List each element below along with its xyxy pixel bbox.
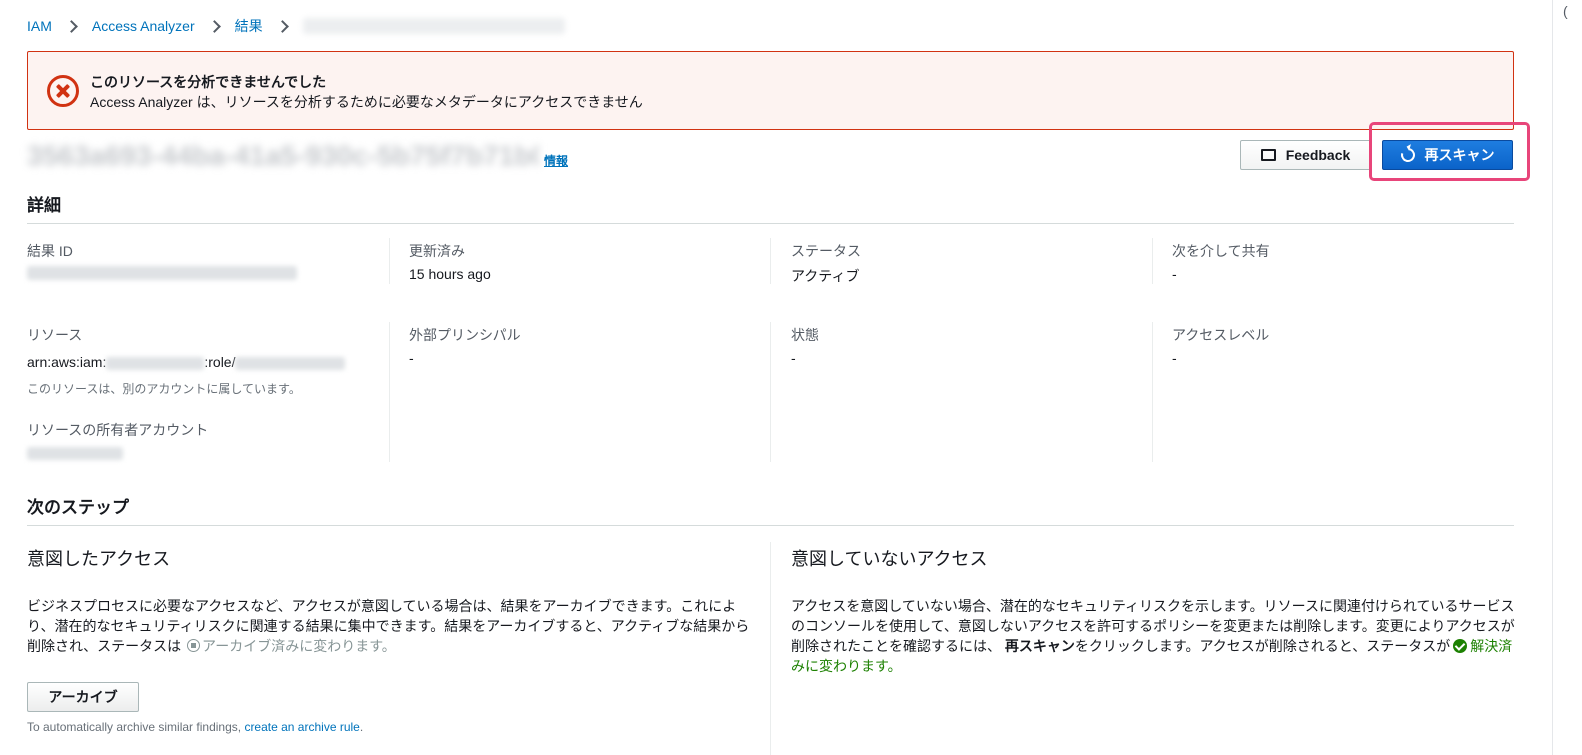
rescan-button[interactable]: 再スキャン: [1382, 140, 1513, 170]
archive-rule-footnote: To automatically archive similar finding…: [27, 720, 364, 734]
breadcrumb-current-redacted: 0f3ca89e-xxxx-xxxx-xxxx-xxxxxxxxxxxx: [302, 18, 565, 34]
finding-id-heading-redacted: 3563a693-44ba-41a5-930c-5b75f7b71b0: [27, 140, 539, 171]
column-divider: [1152, 322, 1153, 462]
breadcrumb: IAM Access Analyzer 結果 0f3ca89e-xxxx-xxx…: [27, 16, 565, 36]
rescan-button-label: 再スキャン: [1424, 147, 1495, 163]
column-divider: [770, 322, 771, 462]
chevron-right-icon: [66, 16, 78, 36]
archive-button[interactable]: アーカイブ: [27, 682, 139, 712]
next-steps-section-title: 次のステップ: [27, 498, 129, 517]
check-circle-icon: [1453, 639, 1468, 653]
condition-label: 状態: [791, 327, 819, 343]
external-principal-label: 外部プリンシパル: [409, 327, 521, 343]
column-divider: [389, 322, 390, 462]
intended-access-title: 意図したアクセス: [27, 549, 171, 569]
resource-label: リソース: [27, 327, 83, 343]
column-divider: [1152, 238, 1153, 284]
role-name-redacted: [235, 356, 346, 370]
next-steps-divider: [27, 525, 1514, 526]
error-x-circle-icon: [47, 75, 79, 107]
info-link[interactable]: 情報: [544, 152, 568, 169]
updated-label: 更新済み: [409, 243, 465, 259]
feedback-button[interactable]: Feedback: [1240, 140, 1371, 170]
intended-access-text: ビジネスプロセスに必要なアクセスなど、アクセスが意図している場合は、結果をアーカ…: [27, 598, 750, 654]
resource-owner-label: リソースの所有者アカウント: [27, 422, 209, 438]
shared-through-label: 次を介して共有: [1172, 243, 1270, 259]
breadcrumb-access-analyzer-link[interactable]: Access Analyzer: [92, 18, 195, 34]
finding-id-label: 結果 ID: [27, 243, 73, 259]
status-value: アクティブ: [791, 268, 860, 284]
edge-indicator-icon: (: [1563, 3, 1568, 19]
details-section-title: 詳細: [27, 196, 61, 215]
archived-status-icon: [187, 639, 201, 652]
unintended-access-text: アクセスを意図していない場合、潜在的なセキュリティリスクを示します。リソースに関…: [791, 598, 1515, 674]
external-principal-value: -: [409, 350, 414, 366]
rescan-bold-text: 再スキャン: [1004, 638, 1075, 654]
access-level-value: -: [1172, 350, 1177, 366]
error-alert: このリソースを分析できませんでした Access Analyzer は、リソース…: [27, 51, 1514, 130]
resource-arn-middle: :role/: [204, 354, 236, 370]
create-archive-rule-link[interactable]: create an archive rule: [244, 720, 359, 734]
resource-owner-value-redacted: [27, 444, 123, 460]
column-divider: [770, 542, 771, 755]
alert-message: Access Analyzer は、リソースを分析するために必要なメタデータにア…: [90, 94, 643, 110]
feedback-icon: [1260, 143, 1276, 161]
resource-note: このリソースは、別のアカウントに属しています。: [27, 382, 301, 396]
shared-through-value: -: [1172, 266, 1177, 282]
unintended-access-title: 意図していないアクセス: [791, 549, 988, 569]
status-label: ステータス: [791, 243, 861, 259]
chevron-right-icon: [209, 16, 221, 36]
scroll-gutter: [1552, 0, 1553, 755]
feedback-button-label: Feedback: [1285, 147, 1351, 163]
alert-title: このリソースを分析できませんでした: [90, 74, 327, 90]
column-divider: [389, 238, 390, 284]
breadcrumb-iam-link[interactable]: IAM: [27, 18, 52, 34]
updated-value: 15 hours ago: [409, 266, 491, 282]
condition-value: -: [791, 350, 796, 366]
column-divider: [770, 238, 771, 284]
finding-id-value-redacted: [27, 264, 297, 281]
refresh-icon: [1397, 145, 1418, 165]
chevron-right-icon: [277, 16, 289, 36]
details-divider: [27, 223, 1514, 224]
resource-arn-prefix: arn:aws:iam:: [27, 354, 107, 370]
access-level-label: アクセスレベル: [1172, 327, 1270, 343]
account-id-redacted: [106, 356, 205, 370]
resource-arn-value: arn:aws:iam: :role/: [27, 354, 346, 370]
archived-status-name: アーカイブ済み: [202, 638, 300, 654]
breadcrumb-findings-link[interactable]: 結果: [235, 16, 263, 36]
